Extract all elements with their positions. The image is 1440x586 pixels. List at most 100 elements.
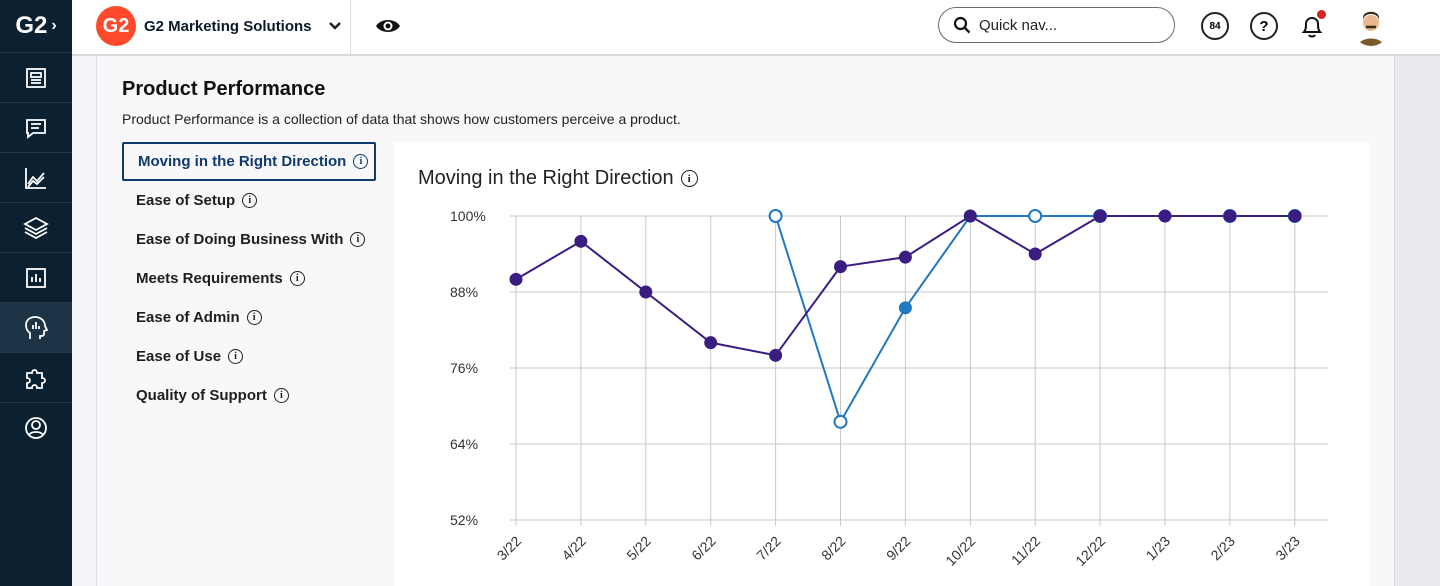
metric-ease-of-setup[interactable]: Ease of Setup i	[122, 181, 376, 220]
metric-meets-requirements[interactable]: Meets Requirements i	[122, 259, 376, 298]
reviews-icon	[26, 118, 46, 139]
right-gutter	[1394, 56, 1440, 586]
metric-label: Quality of Support	[136, 387, 267, 404]
dashboard-icon	[26, 67, 46, 88]
line-chart: 100% 88% 76% 64% 52% 3/22 4/22 5/22 6/22 7/22 8/22…	[450, 208, 1328, 569]
data-point	[768, 209, 783, 223]
rail-item-dashboard[interactable]	[0, 52, 72, 102]
data-point	[833, 414, 848, 429]
x-tick-label: 11/22	[1008, 533, 1044, 569]
help-glyph: ?	[1259, 17, 1269, 35]
data-point	[639, 285, 653, 299]
rail-item-layers[interactable]	[0, 202, 72, 252]
score-badge[interactable]: 84	[1201, 12, 1229, 40]
x-tick-label: 5/22	[623, 533, 654, 564]
x-tick-label: 8/22	[818, 533, 849, 564]
data-point	[1093, 209, 1107, 223]
trends-icon	[25, 167, 46, 189]
x-tick-label: 3/22	[494, 533, 525, 564]
org-logo-text: G2	[102, 14, 130, 37]
data-point	[1028, 247, 1042, 261]
x-tick-label: 4/22	[558, 533, 589, 564]
data-point	[769, 348, 783, 362]
eye-icon[interactable]	[374, 14, 402, 38]
y-tick-label: 76%	[450, 360, 478, 376]
org-switcher[interactable]: G2 G2 Marketing Solutions	[96, 6, 342, 46]
data-point	[1158, 209, 1172, 223]
page-description: Product Performance is a collection of d…	[122, 111, 681, 127]
data-point	[574, 234, 588, 248]
data-point	[1028, 209, 1043, 223]
data-point	[963, 209, 977, 223]
metric-ease-of-admin[interactable]: Ease of Admin i	[122, 298, 376, 337]
quick-nav-input[interactable]	[977, 15, 1161, 35]
info-icon[interactable]: i	[246, 310, 262, 325]
info-icon[interactable]: i	[228, 349, 244, 364]
x-tick-label: 10/22	[942, 533, 978, 569]
data-point	[898, 250, 912, 264]
integrations-icon	[26, 368, 46, 389]
info-icon[interactable]: i	[353, 154, 369, 169]
info-icon[interactable]: i	[273, 388, 289, 403]
org-logo: G2	[96, 6, 136, 46]
x-tick-label: 2/23	[1207, 533, 1238, 564]
info-icon[interactable]: i	[242, 193, 258, 208]
data-point	[898, 301, 912, 315]
x-tick-label: 1/23	[1143, 533, 1174, 564]
chart-panel: Moving in the Right Direction i 100% 88% 76…	[394, 142, 1369, 586]
x-tick-label: 6/22	[688, 533, 719, 564]
metric-moving-right-direction[interactable]: Moving in the Right Direction i	[122, 142, 376, 181]
rail-item-reviews[interactable]	[0, 102, 72, 152]
info-icon[interactable]: i	[289, 271, 305, 286]
product-performance-card: Product Performance Product Performance …	[96, 56, 1395, 586]
metric-list: Moving in the Right Direction i Ease of S…	[122, 142, 376, 415]
metric-label: Ease of Doing Business With	[136, 231, 344, 248]
avatar[interactable]	[1352, 6, 1390, 46]
data-point	[509, 272, 523, 286]
y-tick-label: 100%	[450, 208, 486, 224]
x-tick-label: 3/23	[1272, 533, 1303, 564]
metric-quality-of-support[interactable]: Quality of Support i	[122, 376, 376, 415]
y-tick-label: 64%	[450, 436, 478, 452]
head-insights-icon	[25, 315, 49, 339]
metric-label: Ease of Use	[136, 348, 222, 365]
metric-label: Meets Requirements	[136, 270, 283, 287]
g2-logo[interactable]: G2 ›	[0, 0, 72, 52]
metric-label: Moving in the Right Direction	[138, 153, 347, 170]
x-tick-label: 12/22	[1072, 533, 1108, 569]
page-title: Product Performance	[122, 78, 326, 100]
x-tick-label: 7/22	[753, 533, 784, 564]
divider	[350, 0, 351, 54]
search-icon	[953, 16, 971, 34]
metric-label: Ease of Setup	[136, 192, 236, 209]
data-point	[834, 260, 847, 274]
notifications-button[interactable]	[1298, 10, 1326, 40]
reports-icon	[26, 267, 46, 288]
data-point	[704, 336, 718, 350]
info-icon[interactable]: i	[350, 232, 366, 247]
metric-ease-of-use[interactable]: Ease of Use i	[122, 337, 376, 376]
y-tick-label: 88%	[450, 284, 478, 300]
x-tick-label: 9/22	[883, 533, 914, 564]
avatar-illustration	[1358, 11, 1384, 46]
layers-icon	[23, 216, 49, 239]
help-icon[interactable]: ?	[1250, 12, 1278, 40]
data-point	[1288, 209, 1302, 223]
chevron-down-icon[interactable]	[328, 18, 342, 34]
quick-nav-search[interactable]	[938, 7, 1175, 43]
rail-item-trends[interactable]	[0, 152, 72, 202]
notification-dot	[1317, 10, 1326, 19]
org-name: G2 Marketing Solutions	[144, 17, 312, 35]
top-bar: G2 G2 Marketing Solutions 84 ?	[72, 0, 1440, 56]
g2-logo-text: G2	[15, 12, 48, 39]
metric-ease-of-doing-business[interactable]: Ease of Doing Business With i	[122, 220, 376, 259]
rail-item-integrations[interactable]	[0, 352, 72, 402]
data-point	[1223, 209, 1237, 223]
left-nav-rail: G2 ›	[0, 0, 72, 586]
rail-item-insights[interactable]	[0, 302, 72, 352]
rail-item-profile[interactable]	[0, 402, 72, 452]
score-badge-value: 84	[1209, 20, 1221, 32]
metric-label: Ease of Admin	[136, 309, 240, 326]
y-tick-label: 52%	[450, 512, 478, 528]
rail-item-reports[interactable]	[0, 252, 72, 302]
